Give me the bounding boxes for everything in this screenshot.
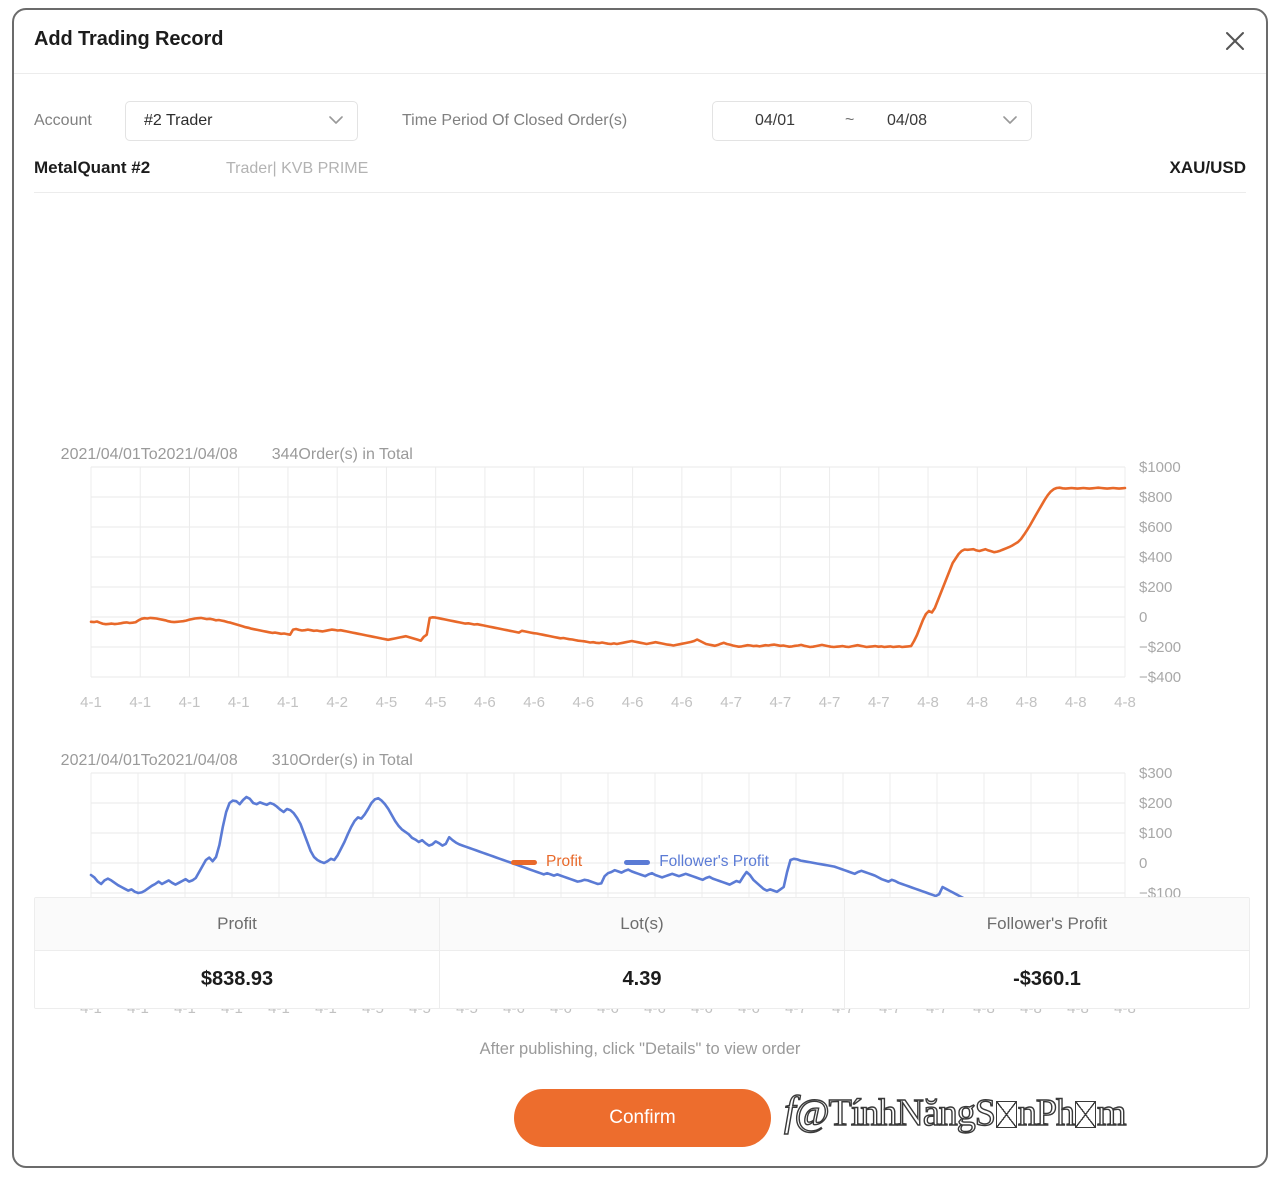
x-axis-tick-label: 4-6 — [671, 694, 693, 711]
legend-swatch-followers-profit — [624, 859, 651, 865]
date-separator: ~ — [845, 111, 855, 129]
table-value-lots: 4.39 — [440, 951, 845, 1008]
x-axis-tick-label: 4-6 — [573, 694, 595, 711]
x-axis-tick-label: 4-7 — [868, 694, 890, 711]
account-select-value: #2 Trader — [144, 112, 213, 129]
confirm-button[interactable]: Confirm — [514, 1089, 771, 1147]
x-axis-tick-label: 4-8 — [966, 694, 988, 711]
chart-data-line — [89, 486, 1127, 649]
x-axis-tick-label: 4-8 — [1016, 694, 1038, 711]
y-axis-tick-label: 0 — [1139, 609, 1147, 626]
summary-table: Profit Lot(s) Follower's Profit $838.93 … — [34, 897, 1250, 1009]
table-header-row: Profit Lot(s) Follower's Profit — [35, 898, 1249, 950]
y-axis-tick-label: −$200 — [1139, 639, 1181, 656]
chevron-down-icon — [1003, 112, 1017, 130]
x-axis-tick-label: 4-1 — [179, 694, 201, 711]
watermark-tofu-icon — [1075, 1101, 1097, 1128]
date-range-select[interactable]: 04/01 ~ 04/08 — [712, 101, 1032, 141]
x-axis-tick-label: 4-6 — [622, 694, 644, 711]
page-title: Add Trading Record — [34, 28, 224, 50]
chevron-down-icon — [329, 112, 343, 130]
x-axis-tick-label: 4-6 — [523, 694, 545, 711]
table-row: $838.93 4.39 -$360.1 — [35, 950, 1249, 1008]
y-axis-tick-label: $100 — [1139, 825, 1172, 842]
chart-legend: Profit Follower's Profit — [14, 853, 1266, 871]
legend-swatch-profit — [511, 859, 538, 865]
y-axis-tick-label: $600 — [1139, 519, 1172, 536]
x-axis-tick-label: 4-7 — [720, 694, 742, 711]
watermark-tofu-icon — [995, 1101, 1017, 1128]
watermark-text-c: m — [1096, 1091, 1127, 1134]
watermark-text-b: nPh — [1017, 1091, 1076, 1134]
table-value-profit: $838.93 — [35, 951, 440, 1008]
close-icon[interactable] — [1220, 26, 1250, 56]
watermark-prefix: f — [783, 1088, 796, 1135]
x-axis-tick-label: 4-5 — [376, 694, 398, 711]
x-axis-tick-label: 4-6 — [474, 694, 496, 711]
legend-item-followers-profit: Follower's Profit — [624, 853, 769, 871]
publish-hint: After publishing, click "Details" to vie… — [479, 1040, 801, 1058]
strategy-info-row: MetalQuant #2 Trader| KVB PRIME XAU/USD — [34, 146, 1246, 193]
y-axis-tick-label: $200 — [1139, 795, 1172, 812]
x-axis-tick-label: 4-8 — [1114, 694, 1136, 711]
legend-item-profit: Profit — [511, 853, 582, 871]
broker-info: Trader| KVB PRIME — [226, 160, 369, 177]
watermark-text-a: @TínhNăngS — [794, 1091, 997, 1134]
y-axis-tick-label: $1000 — [1139, 459, 1181, 476]
strategy-name: MetalQuant #2 — [34, 158, 151, 177]
x-axis-tick-label: 4-2 — [326, 694, 348, 711]
account-select[interactable]: #2 Trader — [125, 101, 358, 141]
add-trading-record-modal: Add Trading Record Account #2 Trader Tim… — [12, 8, 1268, 1168]
legend-label-followers-profit: Follower's Profit — [659, 853, 769, 870]
y-axis-tick-label: $200 — [1139, 579, 1172, 596]
x-axis-tick-label: 4-1 — [80, 694, 102, 711]
legend-label-profit: Profit — [546, 853, 583, 870]
table-header-lots: Lot(s) — [440, 898, 845, 950]
modal-header: Add Trading Record — [14, 10, 1266, 74]
table-value-followers-profit: -$360.1 — [1013, 968, 1081, 990]
x-axis-tick-label: 4-8 — [917, 694, 939, 711]
period-label: Time Period Of Closed Order(s) — [402, 112, 628, 129]
y-axis-tick-label: $800 — [1139, 489, 1172, 506]
x-axis-tick-label: 4-7 — [769, 694, 791, 711]
y-axis-tick-label: −$400 — [1139, 669, 1181, 686]
x-axis-tick-label: 4-5 — [425, 694, 447, 711]
x-axis-tick-label: 4-1 — [228, 694, 250, 711]
symbol-label: XAU/USD — [1169, 158, 1246, 177]
x-axis-tick-label: 4-1 — [277, 694, 299, 711]
filter-row: Account #2 Trader Time Period Of Closed … — [14, 74, 1266, 146]
table-header-profit: Profit — [35, 898, 440, 950]
x-axis-tick-label: 4-8 — [1065, 694, 1087, 711]
y-axis-tick-label: $300 — [1139, 765, 1172, 782]
x-axis-tick-label: 4-1 — [129, 694, 151, 711]
x-axis-tick-label: 4-7 — [819, 694, 841, 711]
y-axis-tick-label: $400 — [1139, 549, 1172, 566]
profit-line-chart: $1000 $800 $600 $400 $200 0 −$200 −$400 4-1 4-1 4-… — [80, 459, 1181, 711]
date-from-value: 04/01 — [755, 112, 796, 129]
table-header-followers-profit: Follower's Profit — [986, 914, 1108, 933]
date-to-value: 04/08 — [887, 112, 928, 129]
account-label: Account — [34, 112, 92, 129]
watermark: f@TínhNăngS nPh m — [783, 1088, 1127, 1136]
